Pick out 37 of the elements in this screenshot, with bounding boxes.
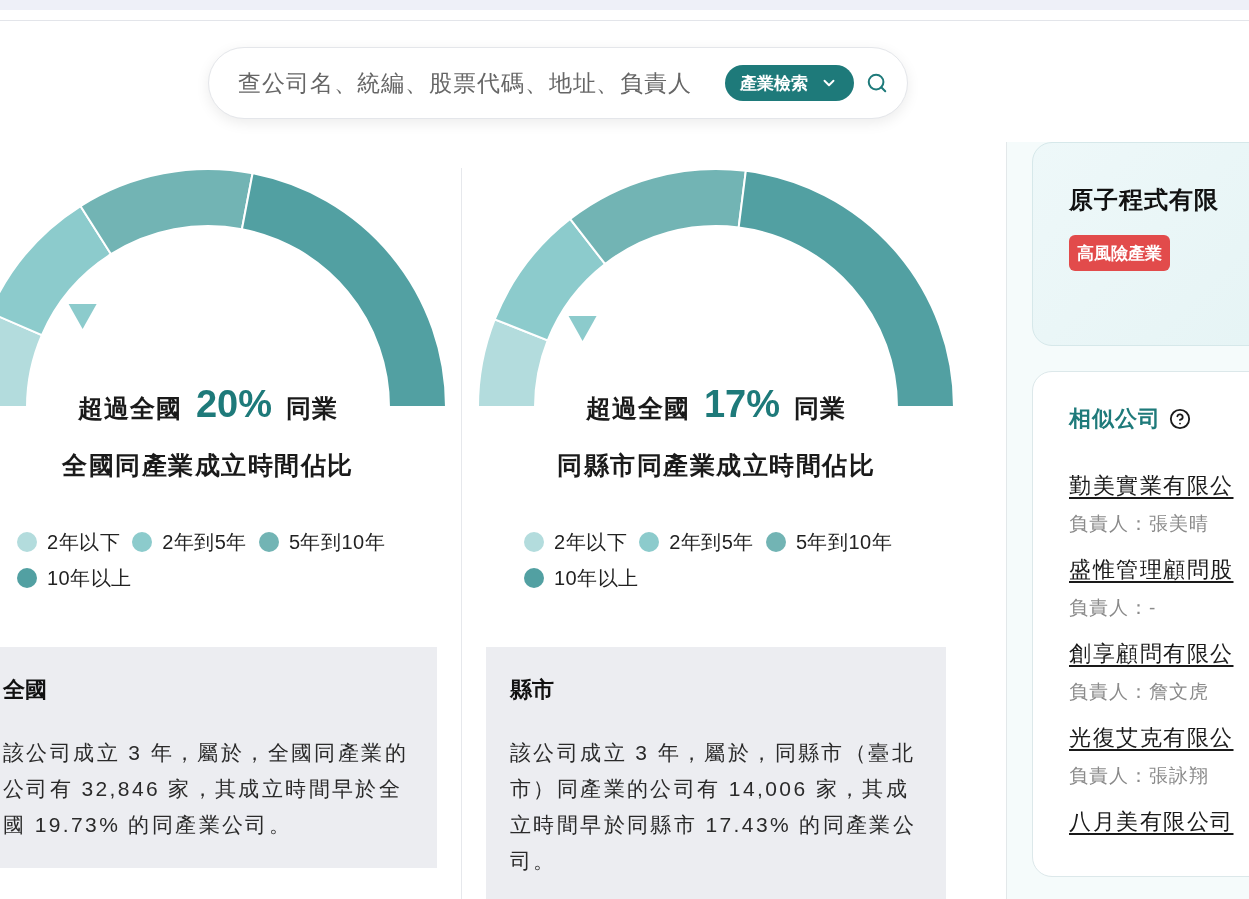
section-title: 相似公司 (1069, 405, 1161, 433)
headline-text: 超過全國 (77, 393, 182, 424)
chart-title: 同縣市同產業成立時間佔比 (557, 450, 875, 481)
legend-label: 5年到10年 (795, 529, 893, 555)
legend-label: 10年以上 (47, 565, 132, 591)
info-title: 全國 (3, 676, 48, 704)
owner-text: 負責人：張美晴 (1069, 512, 1209, 536)
company-link[interactable]: 八月美有限公司 (1069, 805, 1234, 839)
legend-label: 2年以下 (554, 529, 628, 555)
headline-text: 超過全國 (585, 393, 690, 424)
company-name: 原子程式有限 (1069, 185, 1219, 215)
owner-text: 負責人：張詠翔 (1069, 764, 1209, 788)
legend-label: 2年到5年 (669, 529, 754, 555)
help-icon[interactable] (1169, 408, 1191, 430)
legend-label: 5年到10年 (288, 529, 386, 555)
search-icon[interactable] (866, 72, 888, 94)
risk-tag: 高風險產業 (1069, 235, 1170, 271)
legend-label: 2年以下 (47, 529, 121, 555)
company-link[interactable]: 光復艾克有限公 (1069, 721, 1234, 755)
search-field[interactable]: 查公司名、統編、股票代碼、地址、負責人 (238, 63, 713, 103)
search-bar[interactable]: 查公司名、統編、股票代碼、地址、負責人 產業檢索 (208, 47, 908, 119)
industry-search-button[interactable]: 產業檢索 (725, 65, 854, 101)
owner-text: 負責人：- (1069, 596, 1157, 620)
legend-label: 10年以上 (554, 565, 639, 591)
chart-title: 全國同產業成立時間佔比 (62, 450, 354, 481)
percentage-value: 17% (703, 383, 781, 426)
headline-text: 同業 (794, 393, 847, 424)
company-link[interactable]: 盛惟管理顧問股 (1069, 553, 1234, 587)
company-link[interactable]: 創享顧問有限公 (1069, 637, 1234, 671)
owner-text: 負責人：詹文虎 (1069, 680, 1209, 704)
percentage-value: 20% (195, 383, 273, 426)
info-title: 縣市 (510, 676, 555, 704)
legend-label: 2年到5年 (162, 529, 247, 555)
info-text: 該公司成立 3 年，屬於，同縣市（臺北市）同產業的公司有 14,006 家，其成立時間早於同縣市 17.43% 的同產業公司。 (510, 740, 918, 874)
headline-text: 同業 (286, 393, 339, 424)
company-link[interactable]: 勤美實業有限公 (1069, 469, 1234, 503)
info-text: 該公司成立 3 年，屬於，全國同產業的公司有 32,846 家，其成立時間早於全國 19.73% 的同產業公司。 (3, 740, 409, 838)
